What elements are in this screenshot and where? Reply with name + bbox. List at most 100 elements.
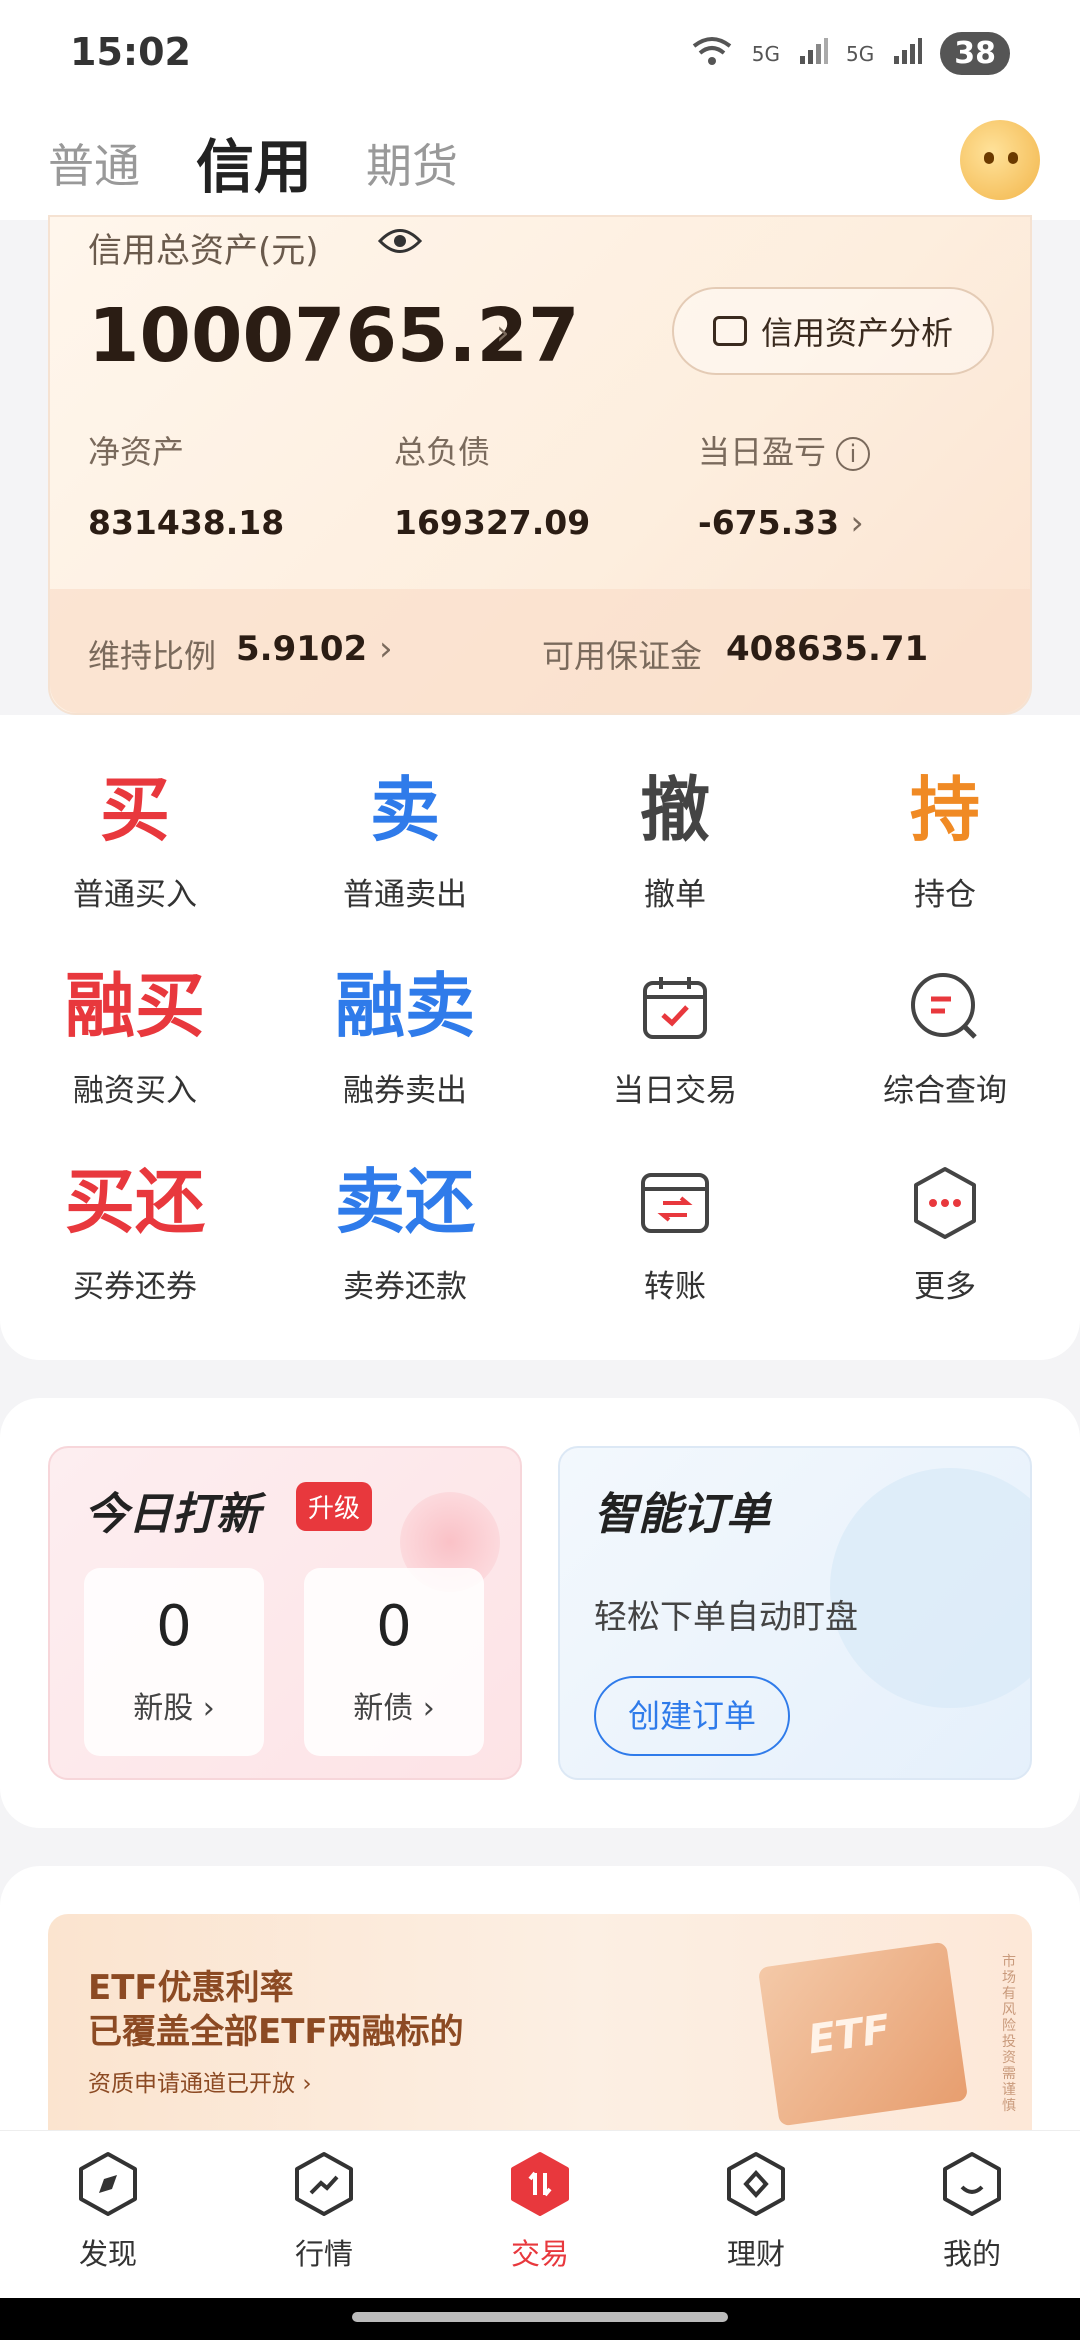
signal-icon [892, 36, 923, 71]
more-icon [810, 1157, 1080, 1247]
wifi-icon [690, 34, 734, 73]
tab-normal[interactable]: 普通 [48, 130, 140, 196]
banner-headline: ETF优惠利率 [88, 1968, 294, 2008]
function-daily-trades[interactable]: 当日交易 [540, 961, 810, 1110]
metric-daily-pnl[interactable]: 当日盈亏 i -675.33 › [698, 427, 871, 542]
function-positions[interactable]: 持 持仓 [810, 765, 1080, 914]
short-sell-glyph-icon: 融卖 [335, 965, 475, 1047]
nav-label: 发现 [78, 2237, 137, 2271]
home-indicator[interactable] [352, 2312, 728, 2322]
new-bond-count: 0 [376, 1594, 412, 1659]
metric-value: 831438.18 [88, 503, 285, 542]
new-bond-label-row: 新债 › [304, 1683, 484, 1727]
eye-icon[interactable] [377, 221, 423, 265]
function-label: 融资买入 [73, 1073, 197, 1109]
nav-market[interactable]: 行情 [216, 2151, 432, 2273]
function-grid: 买 普通买入 卖 普通卖出 撤 撤单 持 持仓 融买 融资买入 融卖 融券卖出 … [0, 715, 1080, 1360]
scan-icon [712, 316, 747, 346]
network-5g-1: 5G [751, 41, 781, 66]
function-normal-sell[interactable]: 卖 普通卖出 [270, 765, 540, 914]
function-label: 综合查询 [883, 1073, 1007, 1109]
function-sell-repay[interactable]: 卖还 卖券还款 [270, 1157, 540, 1306]
maintenance-ratio-value[interactable]: 5.9102 › [236, 629, 393, 669]
tab-credit[interactable]: 信用 [196, 120, 312, 204]
nav-label: 我的 [942, 2237, 1001, 2271]
banner-cta: 资质申请通道已开放 › [88, 2064, 312, 2098]
trend-icon [293, 2151, 355, 2217]
daily-pnl-value: -675.33 [698, 503, 840, 542]
nav-discover[interactable]: 发现 [0, 2151, 216, 2273]
metric-value: -675.33 › [698, 503, 870, 542]
promo-cards-section: 今日打新 升级 0 新股 › 0 新债 › 智能订单 轻松下单自动盯盘 创建订单 [0, 1398, 1080, 1828]
upgrade-badge: 升级 [296, 1482, 373, 1531]
mascot-avatar-icon[interactable] [960, 120, 1040, 200]
function-label: 撤单 [644, 877, 706, 913]
ipo-new-stock[interactable]: 0 新股 › [84, 1568, 264, 1756]
buy-return-glyph-icon: 买还 [65, 1161, 205, 1243]
profile-icon [941, 2151, 1003, 2217]
chevron-right-icon: › [850, 503, 864, 542]
tab-futures[interactable]: 期货 [366, 130, 458, 196]
function-normal-buy[interactable]: 买 普通买入 [0, 765, 270, 914]
metric-net-asset: 净资产 831438.18 [88, 427, 284, 542]
metric-label: 总负债 [394, 433, 491, 471]
maintenance-ratio-label: 维持比例 [88, 637, 217, 675]
sell-repay-glyph-icon: 卖还 [335, 1161, 475, 1243]
nav-profile[interactable]: 我的 [864, 2151, 1080, 2273]
function-label: 普通卖出 [343, 877, 467, 913]
status-time: 15:02 [70, 30, 191, 74]
compass-icon [77, 2151, 139, 2217]
sell-glyph-icon: 卖 [370, 769, 440, 851]
etf-promo-banner[interactable]: ETF优惠利率 已覆盖全部ETF两融标的 资质申请通道已开放 › ETF 市场有… [48, 1914, 1032, 2134]
chevron-right-icon: › [379, 629, 393, 669]
smart-order-card[interactable]: 智能订单 轻松下单自动盯盘 创建订单 [558, 1446, 1032, 1780]
signal-icon [798, 36, 829, 71]
nav-wealth[interactable]: 理财 [648, 2151, 864, 2273]
info-icon[interactable]: i [836, 437, 871, 471]
function-short-sell[interactable]: 融卖 融券卖出 [270, 961, 540, 1110]
available-margin-value: 408635.71 [726, 629, 929, 669]
etf-gift-box-icon: ETF [757, 1941, 969, 2127]
credit-asset-card: 信用总资产(元) 1000765.27 › 信用资产分析 净资产 831438.… [48, 215, 1032, 715]
function-query[interactable]: 综合查询 [810, 961, 1080, 1110]
chevron-right-icon[interactable]: › [496, 313, 510, 353]
etf-box-text: ETF [805, 2006, 893, 2064]
clock-decoration-icon [830, 1468, 1030, 1708]
nav-trade[interactable]: 交易 [432, 2151, 648, 2273]
banner-cta-text: 资质申请通道已开放 [88, 2071, 295, 2097]
metric-label: 当日盈亏 i [698, 427, 871, 473]
smart-order-title: 智能订单 [594, 1489, 770, 1540]
calendar-check-icon [540, 961, 810, 1051]
ipo-card[interactable]: 今日打新 升级 0 新股 › 0 新债 › [48, 1446, 522, 1780]
nav-label: 行情 [294, 2237, 353, 2271]
function-more[interactable]: 更多 [810, 1157, 1080, 1306]
new-stock-count: 0 [156, 1594, 192, 1659]
available-margin-label: 可用保证金 [542, 637, 703, 675]
cancel-glyph-icon: 撤 [640, 769, 710, 851]
function-label: 普通买入 [73, 877, 197, 913]
metric-label: 净资产 [88, 433, 185, 471]
credit-asset-analysis-button[interactable]: 信用资产分析 [672, 287, 994, 375]
chevron-right-icon: › [202, 1691, 215, 1726]
bottom-navigation: 发现 行情 交易 理财 我的 [0, 2130, 1080, 2298]
search-query-icon [810, 961, 1080, 1051]
wealth-icon [725, 2151, 787, 2217]
function-margin-buy[interactable]: 融买 融资买入 [0, 961, 270, 1110]
function-transfer[interactable]: 转账 [540, 1157, 810, 1306]
ipo-new-bond[interactable]: 0 新债 › [304, 1568, 484, 1756]
maintenance-ratio-number: 5.9102 [236, 629, 368, 669]
battery-indicator: 38 [940, 32, 1010, 75]
create-order-button[interactable]: 创建订单 [594, 1676, 790, 1756]
function-buy-return[interactable]: 买还 买券还券 [0, 1157, 270, 1306]
nav-label: 交易 [510, 2237, 569, 2271]
transfer-icon [540, 1157, 810, 1247]
account-type-tabs: 普通 信用 期货 [0, 110, 1080, 220]
status-bar: 15:02 5G 5G 38 [0, 0, 1080, 110]
smart-order-subtitle: 轻松下单自动盯盘 [594, 1597, 858, 1636]
chevron-right-icon: › [302, 2071, 312, 2097]
system-gesture-bar [0, 2298, 1080, 2340]
function-cancel-order[interactable]: 撤 撤单 [540, 765, 810, 914]
chevron-right-icon: › [422, 1691, 435, 1726]
banner-subheadline: 已覆盖全部ETF两融标的 [88, 2012, 464, 2052]
new-bond-label: 新债 [353, 1691, 414, 1726]
